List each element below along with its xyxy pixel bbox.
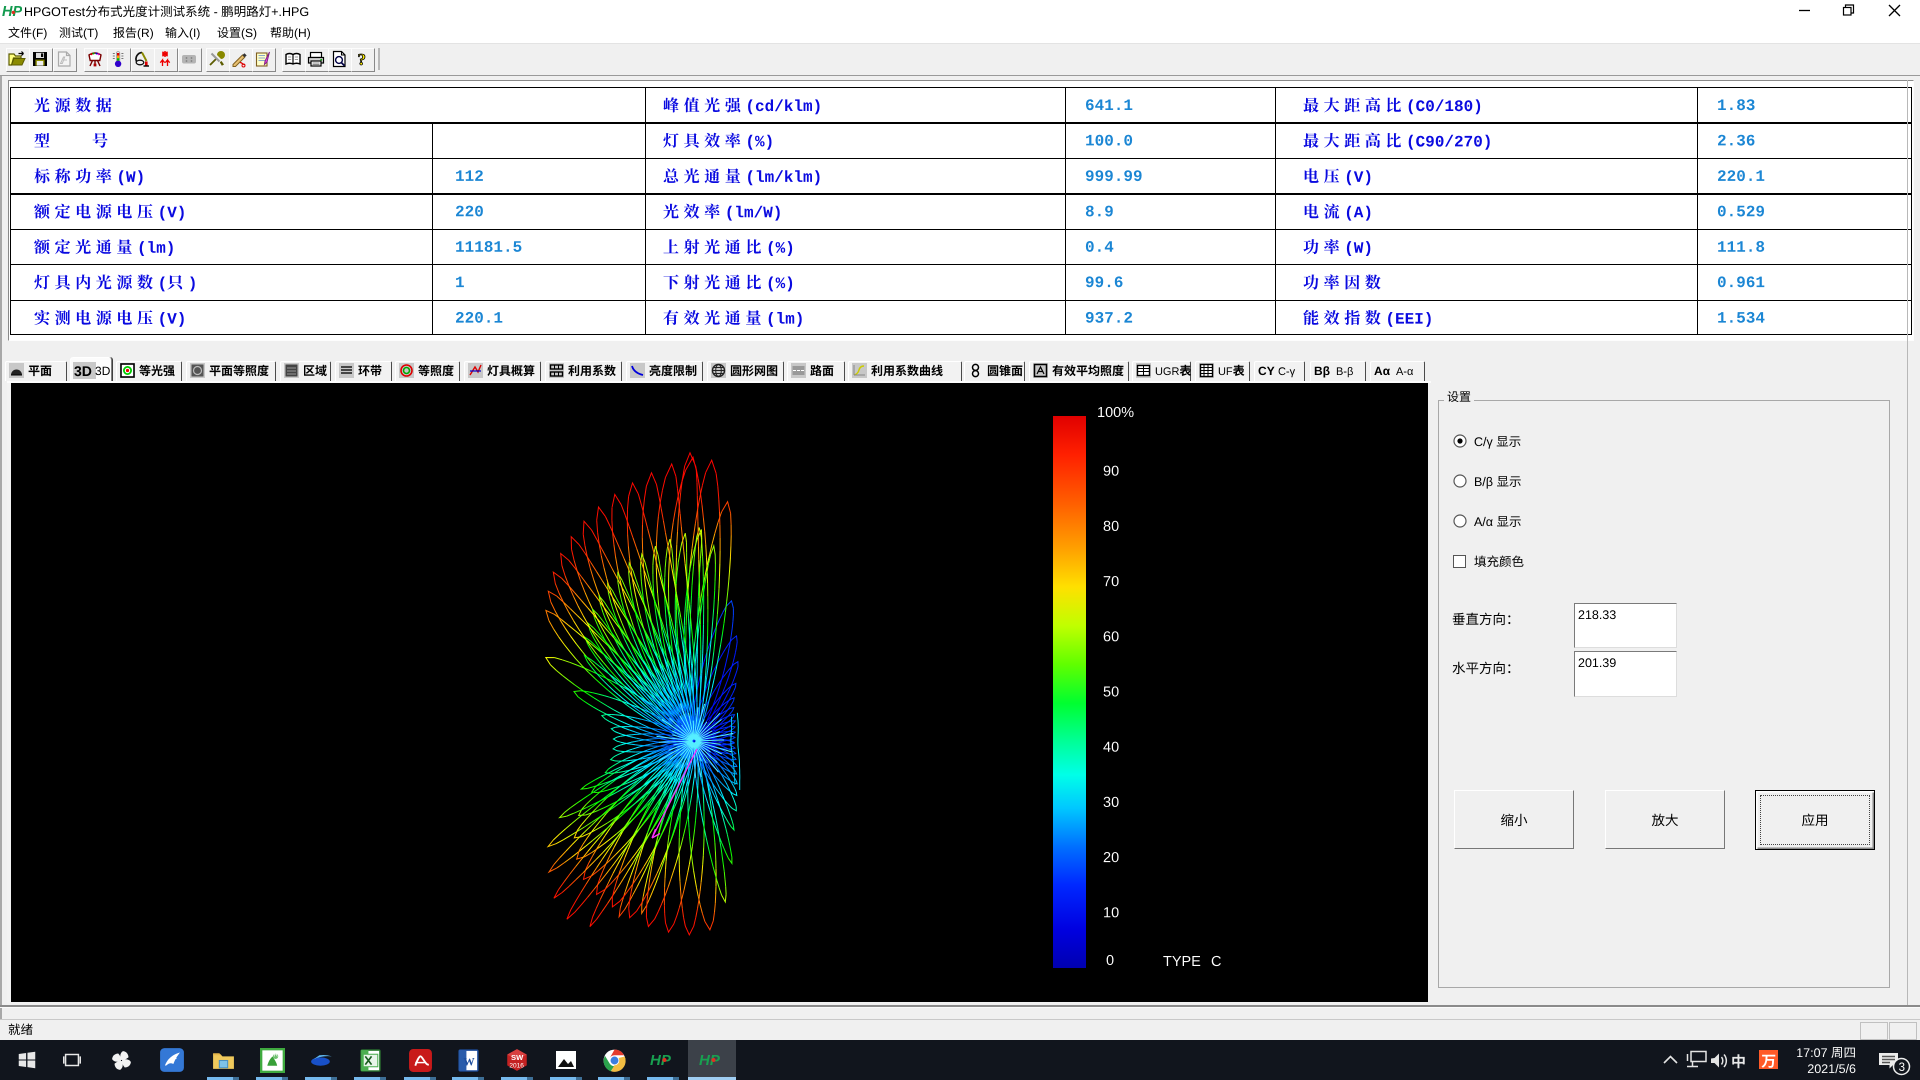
svg-text:2016: 2016 [509,1063,524,1070]
svg-text:HP: HP [650,1052,672,1069]
svg-text:3: 3 [1899,1062,1905,1074]
svg-text:W: W [463,1057,475,1069]
svg-text:SW: SW [511,1053,524,1062]
svg-text:?: ? [357,50,366,68]
svg-text:R: R [274,1051,279,1058]
svg-text:HP: HP [699,1052,721,1069]
